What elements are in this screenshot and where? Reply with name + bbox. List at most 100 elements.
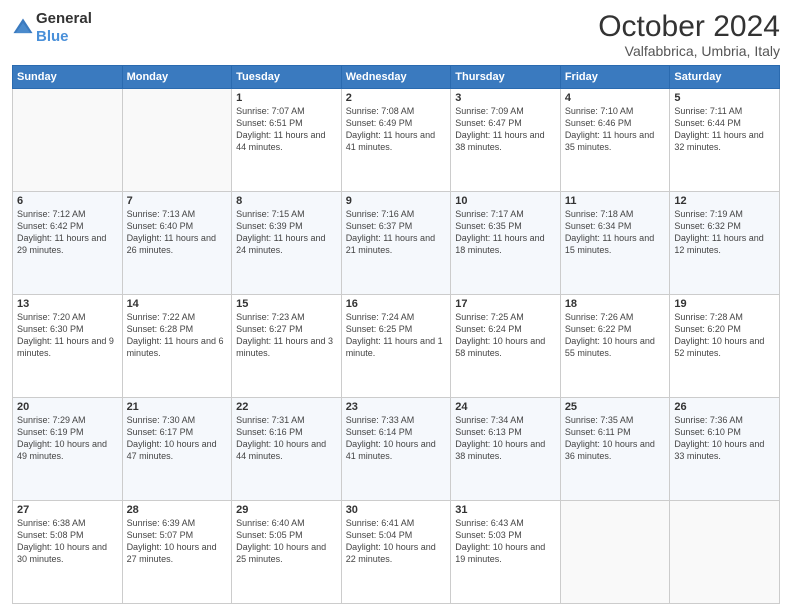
- day-number: 5: [674, 92, 775, 104]
- day-number: 13: [17, 298, 118, 310]
- calendar-cell: 16Sunrise: 7:24 AM Sunset: 6:25 PM Dayli…: [341, 295, 451, 398]
- th-wednesday: Wednesday: [341, 66, 451, 89]
- calendar-cell: 20Sunrise: 7:29 AM Sunset: 6:19 PM Dayli…: [13, 398, 123, 501]
- calendar-cell: 21Sunrise: 7:30 AM Sunset: 6:17 PM Dayli…: [122, 398, 232, 501]
- calendar-cell: [560, 501, 670, 604]
- calendar-cell: 5Sunrise: 7:11 AM Sunset: 6:44 PM Daylig…: [670, 89, 780, 192]
- day-info: Sunrise: 6:41 AM Sunset: 5:04 PM Dayligh…: [346, 517, 447, 566]
- day-number: 16: [346, 298, 447, 310]
- calendar-cell: 27Sunrise: 6:38 AM Sunset: 5:08 PM Dayli…: [13, 501, 123, 604]
- logo-icon: [12, 17, 34, 39]
- day-number: 6: [17, 195, 118, 207]
- day-info: Sunrise: 7:22 AM Sunset: 6:28 PM Dayligh…: [127, 311, 228, 360]
- day-info: Sunrise: 7:31 AM Sunset: 6:16 PM Dayligh…: [236, 414, 337, 463]
- th-saturday: Saturday: [670, 66, 780, 89]
- day-number: 31: [455, 504, 556, 516]
- day-info: Sunrise: 7:25 AM Sunset: 6:24 PM Dayligh…: [455, 311, 556, 360]
- day-number: 3: [455, 92, 556, 104]
- day-info: Sunrise: 7:08 AM Sunset: 6:49 PM Dayligh…: [346, 105, 447, 154]
- day-number: 17: [455, 298, 556, 310]
- logo-general: General: [36, 10, 92, 27]
- th-sunday: Sunday: [13, 66, 123, 89]
- th-tuesday: Tuesday: [232, 66, 342, 89]
- day-number: 4: [565, 92, 666, 104]
- calendar-cell: 2Sunrise: 7:08 AM Sunset: 6:49 PM Daylig…: [341, 89, 451, 192]
- day-info: Sunrise: 6:38 AM Sunset: 5:08 PM Dayligh…: [17, 517, 118, 566]
- day-number: 8: [236, 195, 337, 207]
- day-number: 7: [127, 195, 228, 207]
- day-info: Sunrise: 7:18 AM Sunset: 6:34 PM Dayligh…: [565, 208, 666, 257]
- calendar-cell: 26Sunrise: 7:36 AM Sunset: 6:10 PM Dayli…: [670, 398, 780, 501]
- calendar-cell: 4Sunrise: 7:10 AM Sunset: 6:46 PM Daylig…: [560, 89, 670, 192]
- day-info: Sunrise: 7:28 AM Sunset: 6:20 PM Dayligh…: [674, 311, 775, 360]
- day-info: Sunrise: 7:34 AM Sunset: 6:13 PM Dayligh…: [455, 414, 556, 463]
- day-number: 2: [346, 92, 447, 104]
- calendar-cell: 28Sunrise: 6:39 AM Sunset: 5:07 PM Dayli…: [122, 501, 232, 604]
- day-number: 15: [236, 298, 337, 310]
- calendar-cell: [670, 501, 780, 604]
- calendar: Sunday Monday Tuesday Wednesday Thursday…: [12, 65, 780, 604]
- day-info: Sunrise: 7:36 AM Sunset: 6:10 PM Dayligh…: [674, 414, 775, 463]
- calendar-cell: 30Sunrise: 6:41 AM Sunset: 5:04 PM Dayli…: [341, 501, 451, 604]
- day-info: Sunrise: 7:15 AM Sunset: 6:39 PM Dayligh…: [236, 208, 337, 257]
- day-info: Sunrise: 7:11 AM Sunset: 6:44 PM Dayligh…: [674, 105, 775, 154]
- calendar-cell: 9Sunrise: 7:16 AM Sunset: 6:37 PM Daylig…: [341, 192, 451, 295]
- day-number: 14: [127, 298, 228, 310]
- calendar-week-4: 20Sunrise: 7:29 AM Sunset: 6:19 PM Dayli…: [13, 398, 780, 501]
- calendar-week-5: 27Sunrise: 6:38 AM Sunset: 5:08 PM Dayli…: [13, 501, 780, 604]
- day-number: 1: [236, 92, 337, 104]
- day-info: Sunrise: 7:30 AM Sunset: 6:17 PM Dayligh…: [127, 414, 228, 463]
- day-info: Sunrise: 7:12 AM Sunset: 6:42 PM Dayligh…: [17, 208, 118, 257]
- calendar-cell: 13Sunrise: 7:20 AM Sunset: 6:30 PM Dayli…: [13, 295, 123, 398]
- logo-blue: Blue: [36, 28, 69, 45]
- day-info: Sunrise: 7:10 AM Sunset: 6:46 PM Dayligh…: [565, 105, 666, 154]
- day-info: Sunrise: 6:43 AM Sunset: 5:03 PM Dayligh…: [455, 517, 556, 566]
- day-info: Sunrise: 6:39 AM Sunset: 5:07 PM Dayligh…: [127, 517, 228, 566]
- day-number: 26: [674, 401, 775, 413]
- day-number: 23: [346, 401, 447, 413]
- page: General Blue October 2024 Valfabbrica, U…: [0, 0, 792, 612]
- day-info: Sunrise: 7:07 AM Sunset: 6:51 PM Dayligh…: [236, 105, 337, 154]
- day-info: Sunrise: 7:13 AM Sunset: 6:40 PM Dayligh…: [127, 208, 228, 257]
- day-number: 11: [565, 195, 666, 207]
- th-friday: Friday: [560, 66, 670, 89]
- day-info: Sunrise: 7:33 AM Sunset: 6:14 PM Dayligh…: [346, 414, 447, 463]
- day-info: Sunrise: 7:23 AM Sunset: 6:27 PM Dayligh…: [236, 311, 337, 360]
- th-monday: Monday: [122, 66, 232, 89]
- calendar-cell: 23Sunrise: 7:33 AM Sunset: 6:14 PM Dayli…: [341, 398, 451, 501]
- th-thursday: Thursday: [451, 66, 561, 89]
- calendar-cell: 19Sunrise: 7:28 AM Sunset: 6:20 PM Dayli…: [670, 295, 780, 398]
- calendar-cell: 6Sunrise: 7:12 AM Sunset: 6:42 PM Daylig…: [13, 192, 123, 295]
- day-info: Sunrise: 6:40 AM Sunset: 5:05 PM Dayligh…: [236, 517, 337, 566]
- day-info: Sunrise: 7:35 AM Sunset: 6:11 PM Dayligh…: [565, 414, 666, 463]
- day-number: 19: [674, 298, 775, 310]
- day-number: 29: [236, 504, 337, 516]
- header-row: Sunday Monday Tuesday Wednesday Thursday…: [13, 66, 780, 89]
- day-info: Sunrise: 7:19 AM Sunset: 6:32 PM Dayligh…: [674, 208, 775, 257]
- calendar-cell: 11Sunrise: 7:18 AM Sunset: 6:34 PM Dayli…: [560, 192, 670, 295]
- calendar-cell: 10Sunrise: 7:17 AM Sunset: 6:35 PM Dayli…: [451, 192, 561, 295]
- calendar-cell: 24Sunrise: 7:34 AM Sunset: 6:13 PM Dayli…: [451, 398, 561, 501]
- calendar-cell: 1Sunrise: 7:07 AM Sunset: 6:51 PM Daylig…: [232, 89, 342, 192]
- day-number: 24: [455, 401, 556, 413]
- day-number: 21: [127, 401, 228, 413]
- calendar-cell: 29Sunrise: 6:40 AM Sunset: 5:05 PM Dayli…: [232, 501, 342, 604]
- calendar-cell: [122, 89, 232, 192]
- day-number: 22: [236, 401, 337, 413]
- day-number: 10: [455, 195, 556, 207]
- day-number: 27: [17, 504, 118, 516]
- day-number: 9: [346, 195, 447, 207]
- day-number: 12: [674, 195, 775, 207]
- calendar-cell: 31Sunrise: 6:43 AM Sunset: 5:03 PM Dayli…: [451, 501, 561, 604]
- day-number: 28: [127, 504, 228, 516]
- calendar-cell: [13, 89, 123, 192]
- calendar-cell: 3Sunrise: 7:09 AM Sunset: 6:47 PM Daylig…: [451, 89, 561, 192]
- day-number: 30: [346, 504, 447, 516]
- day-info: Sunrise: 7:16 AM Sunset: 6:37 PM Dayligh…: [346, 208, 447, 257]
- calendar-cell: 12Sunrise: 7:19 AM Sunset: 6:32 PM Dayli…: [670, 192, 780, 295]
- main-title: October 2024: [598, 10, 780, 43]
- day-info: Sunrise: 7:24 AM Sunset: 6:25 PM Dayligh…: [346, 311, 447, 360]
- logo: General Blue: [12, 10, 92, 46]
- calendar-cell: 14Sunrise: 7:22 AM Sunset: 6:28 PM Dayli…: [122, 295, 232, 398]
- calendar-week-2: 6Sunrise: 7:12 AM Sunset: 6:42 PM Daylig…: [13, 192, 780, 295]
